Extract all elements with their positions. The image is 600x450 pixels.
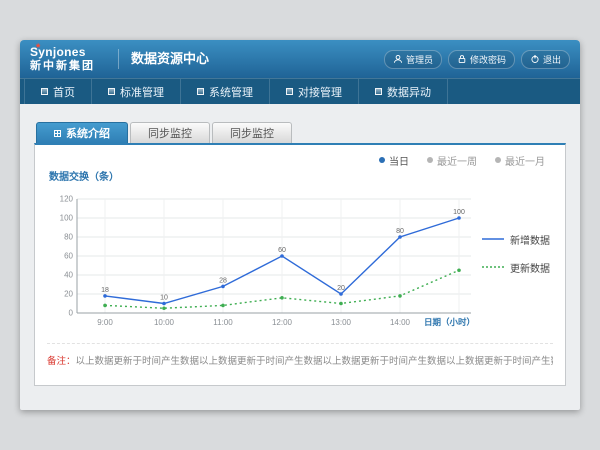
range-label: 当日 <box>389 153 409 168</box>
nav-item-home[interactable]: 首页 <box>24 79 92 104</box>
brand-logo-subtext: 新中新集团 <box>30 60 108 72</box>
range-last-month[interactable]: 最近一月 <box>495 153 545 167</box>
nav-item-label: 系统管理 <box>209 84 253 100</box>
series-label: 更新数据 <box>510 260 550 275</box>
footnote-label: 备注： <box>47 356 76 367</box>
nav-item-connection[interactable]: 对接管理 <box>270 79 359 104</box>
nav-item-label: 数据异动 <box>387 84 431 100</box>
header-actions: 管理员 修改密码 退出 <box>384 50 570 69</box>
footnote: 备注：以上数据更新于时间产生数据以上数据更新于时间产生数据以上数据更新于时间产生… <box>47 343 553 367</box>
tab-label: 系统介绍 <box>66 125 110 141</box>
tab-sync-monitor-2[interactable]: 同步监控 <box>212 122 292 143</box>
nav-item-label: 首页 <box>53 84 75 100</box>
line-chart: 0 20 40 60 80 100 120 9:00 10:00 11:00 12:00 13:00 1… <box>47 185 477 335</box>
tab-bar: 系统介绍 同步监控 同步监控 <box>34 122 566 143</box>
svg-text:18: 18 <box>101 287 109 294</box>
svg-text:60: 60 <box>64 252 73 261</box>
svg-text:10: 10 <box>160 295 168 302</box>
lock-icon <box>457 54 467 64</box>
range-legend: 当日 最近一周 最近一月 <box>47 153 553 167</box>
svg-text:13:00: 13:00 <box>331 318 352 327</box>
logo-star-icon: * <box>36 42 41 54</box>
svg-text:14:00: 14:00 <box>390 318 411 327</box>
last-month-dot-icon <box>495 157 501 163</box>
svg-text:12:00: 12:00 <box>272 318 293 327</box>
series-label: 新增数据 <box>510 232 550 247</box>
solid-line-icon <box>481 235 505 243</box>
svg-text:9:00: 9:00 <box>97 318 113 327</box>
range-last-week[interactable]: 最近一周 <box>427 153 477 167</box>
standards-icon <box>108 88 115 95</box>
connection-icon <box>286 88 293 95</box>
svg-text:日期（小时）: 日期（小时） <box>424 317 475 327</box>
nav-item-label: 对接管理 <box>298 84 342 100</box>
svg-text:100: 100 <box>60 214 74 223</box>
footnote-text: 以上数据更新于时间产生数据以上数据更新于时间产生数据以上数据更新于时间产生数据以… <box>76 356 553 367</box>
range-label: 最近一周 <box>437 153 477 168</box>
svg-text:60: 60 <box>278 247 286 254</box>
chart-row: 0 20 40 60 80 100 120 9:00 10:00 11:00 12:00 13:00 1… <box>47 185 553 335</box>
svg-text:40: 40 <box>64 271 73 280</box>
svg-text:11:00: 11:00 <box>213 318 233 327</box>
svg-text:0: 0 <box>69 309 74 318</box>
change-password-label: 修改密码 <box>470 53 506 66</box>
app-window: Synjones * 新中新集团 数据资源中心 管理员 修改密码 <box>20 40 580 410</box>
range-today[interactable]: 当日 <box>379 153 409 167</box>
nav-item-standards[interactable]: 标准管理 <box>92 79 181 104</box>
last-week-dot-icon <box>427 157 433 163</box>
today-dot-icon <box>379 157 385 163</box>
change-password-button[interactable]: 修改密码 <box>448 50 515 69</box>
app-header: Synjones * 新中新集团 数据资源中心 管理员 修改密码 <box>20 40 580 78</box>
user-icon <box>393 54 403 64</box>
range-label: 最近一月 <box>505 153 545 168</box>
home-icon <box>41 88 48 95</box>
admin-button-label: 管理员 <box>406 53 433 66</box>
svg-text:10:00: 10:00 <box>154 318 175 327</box>
tab-sync-monitor-1[interactable]: 同步监控 <box>130 122 210 143</box>
admin-button[interactable]: 管理员 <box>384 50 442 69</box>
svg-text:20: 20 <box>337 285 345 292</box>
dotted-line-icon <box>481 263 505 271</box>
tab-system-intro[interactable]: 系统介绍 <box>36 122 128 143</box>
main-nav: 首页 标准管理 系统管理 对接管理 数据异动 <box>20 78 580 104</box>
brand-logo-text: Synjones * <box>30 46 108 59</box>
system-icon <box>197 88 204 95</box>
series-legend: 新增数据 更新数据 <box>481 232 550 275</box>
logout-button-label: 退出 <box>543 53 561 66</box>
nav-item-system[interactable]: 系统管理 <box>181 79 270 104</box>
svg-text:100: 100 <box>453 209 465 216</box>
content-area: 系统介绍 同步监控 同步监控 当日 最近一周 <box>20 104 580 386</box>
svg-text:28: 28 <box>219 277 227 284</box>
svg-text:80: 80 <box>64 233 73 242</box>
legend-update-data[interactable]: 更新数据 <box>481 260 550 275</box>
tab-label: 同步监控 <box>148 125 192 141</box>
legend-new-data[interactable]: 新增数据 <box>481 232 550 247</box>
page-title: 数据资源中心 <box>118 49 209 69</box>
nav-item-data-change[interactable]: 数据异动 <box>359 79 448 104</box>
grid-icon <box>54 130 61 137</box>
logout-icon <box>530 54 540 64</box>
chart-panel: 当日 最近一周 最近一月 数据交换（条） 0 20 40 60 80 100 120 9:00… <box>34 143 566 386</box>
y-axis-title: 数据交换（条） <box>49 168 553 183</box>
svg-text:120: 120 <box>60 195 74 204</box>
svg-text:80: 80 <box>396 228 404 235</box>
tab-label: 同步监控 <box>230 125 274 141</box>
data-change-icon <box>375 88 382 95</box>
brand-logo: Synjones * 新中新集团 <box>30 46 108 71</box>
logout-button[interactable]: 退出 <box>521 50 570 69</box>
svg-text:20: 20 <box>64 290 73 299</box>
nav-item-label: 标准管理 <box>120 84 164 100</box>
